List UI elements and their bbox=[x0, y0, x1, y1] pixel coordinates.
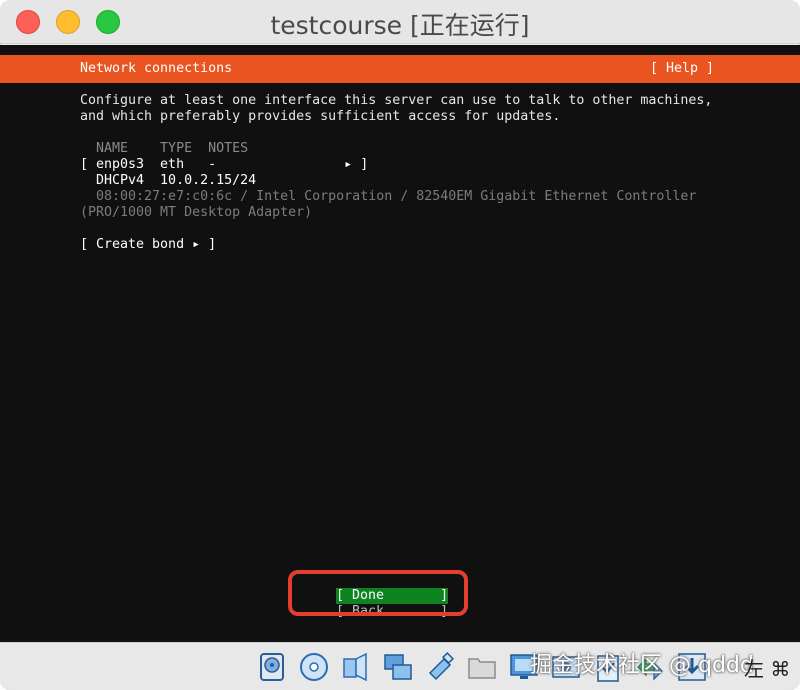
interface-row-enp0s3[interactable]: [ enp0s3 eth - ▸ ] bbox=[80, 157, 368, 173]
vm-window: testcourse [正在运行] Network connections [ … bbox=[0, 0, 800, 690]
title-bar[interactable]: testcourse [正在运行] bbox=[0, 0, 800, 44]
adapter-description-row: (PRO/1000 MT Desktop Adapter) bbox=[80, 205, 313, 220]
mac-address-row: 08:00:27:e7:c0:6c / Intel Corporation / … bbox=[80, 189, 697, 204]
host-key-indicator: 左 ⌘ bbox=[744, 657, 791, 681]
help-button[interactable]: [ Help ] bbox=[650, 61, 714, 77]
intro-text-line2: and which preferably provides sufficient… bbox=[80, 109, 561, 124]
watermark: 掘金技术社区 @ qddd bbox=[530, 653, 754, 678]
vm-console[interactable]: Network connections [ Help ] Configure a… bbox=[0, 45, 800, 642]
screen-title: Network connections bbox=[80, 61, 233, 76]
installer-header: Network connections [ Help ] bbox=[0, 55, 800, 83]
hard-disk-icon[interactable] bbox=[256, 651, 288, 683]
optical-drive-icon[interactable] bbox=[298, 651, 330, 683]
interface-table-header: NAME TYPE NOTES bbox=[80, 141, 249, 156]
audio-icon[interactable] bbox=[340, 651, 372, 683]
dhcp-address-row: DHCPv4 10.0.2.15/24 bbox=[80, 173, 257, 188]
intro-text-line1: Configure at least one interface this se… bbox=[80, 93, 713, 108]
network-icon[interactable] bbox=[382, 651, 414, 683]
usb-icon[interactable] bbox=[424, 651, 456, 683]
shared-folder-icon[interactable] bbox=[466, 651, 498, 683]
create-bond-button[interactable]: [ Create bond ▸ ] bbox=[80, 237, 216, 253]
window-title: testcourse [正在运行] bbox=[270, 11, 530, 40]
annotation-ring bbox=[288, 570, 468, 616]
vm-status-bar: 掘金技术社区 @ qddd 左 ⌘ bbox=[0, 642, 800, 690]
